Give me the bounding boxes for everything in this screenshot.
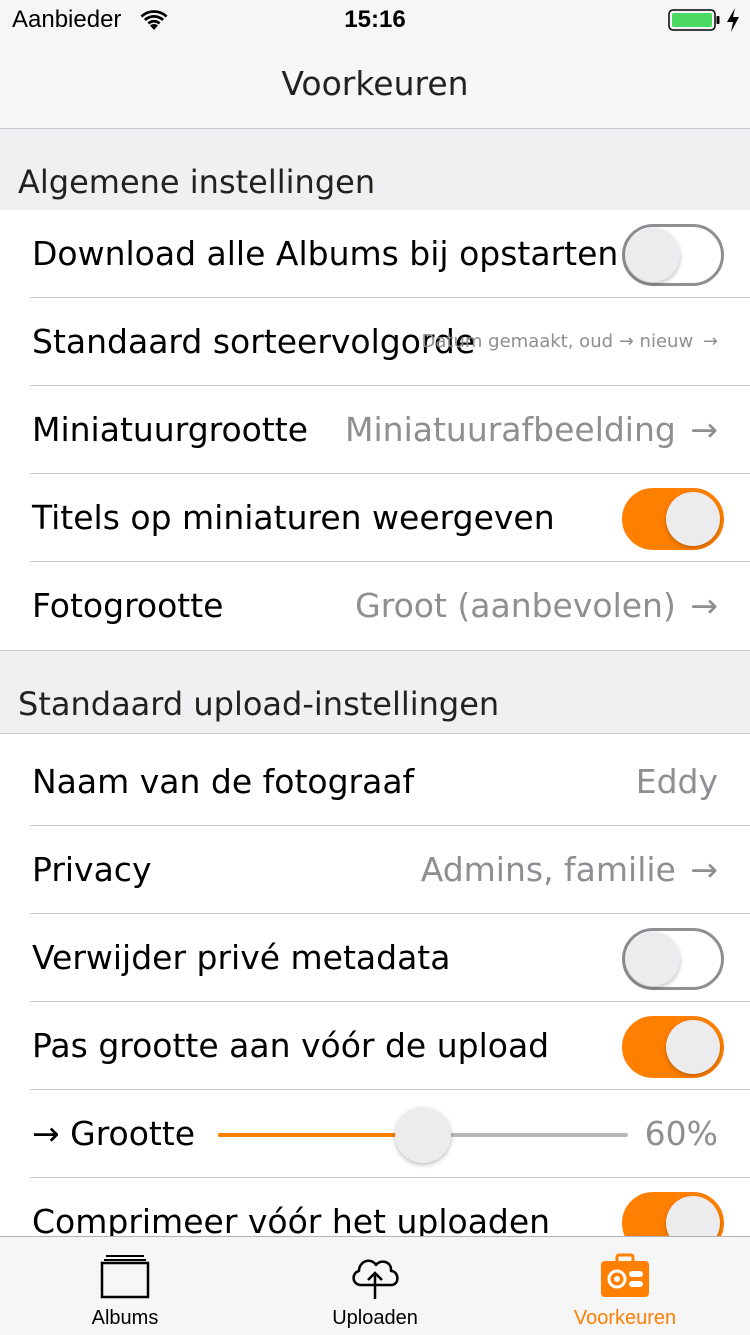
- battery-icon: [668, 9, 720, 31]
- settings-briefcase-icon: [601, 1253, 649, 1297]
- status-bar: Aanbieder 15:16: [0, 0, 750, 40]
- setting-label: Naam van de fotograaf: [32, 762, 415, 801]
- setting-label: Titels op miniaturen weergeven: [32, 498, 555, 537]
- size-slider[interactable]: [218, 1107, 628, 1163]
- charging-icon: [727, 8, 739, 32]
- arrow-right-icon: →: [702, 331, 718, 352]
- tab-label: Albums: [91, 1307, 159, 1329]
- clock: 15:16: [344, 6, 406, 33]
- privacy-value: Admins, familie →: [420, 850, 718, 889]
- arrow-right-icon: →: [690, 850, 718, 889]
- resize-toggle[interactable]: [622, 1016, 724, 1078]
- setting-label: Pas grootte aan vóór de upload: [32, 1026, 550, 1065]
- toggle-knob: [626, 228, 680, 282]
- cloud-upload-icon: [352, 1259, 399, 1299]
- setting-label: Verwijder privé metadata: [32, 938, 451, 977]
- slider-fill: [218, 1133, 423, 1137]
- section-header-general: Algemene instellingen: [0, 128, 750, 212]
- tab-label: Uploaden: [332, 1307, 418, 1329]
- setting-label: Privacy: [32, 850, 152, 889]
- tab-albums[interactable]: Albums: [0, 1237, 250, 1335]
- setting-row-titles-on-thumbnails: Titels op miniaturen weergeven: [0, 474, 750, 562]
- tab-upload[interactable]: Uploaden: [250, 1237, 500, 1335]
- setting-row-strip-metadata: Verwijder privé metadata: [0, 914, 750, 1002]
- download-all-toggle[interactable]: [622, 224, 724, 286]
- setting-row-photo-size[interactable]: Fotogrootte Groot (aanbevolen) →: [0, 562, 750, 650]
- setting-label: → Grootte: [32, 1114, 196, 1153]
- toggle-knob: [626, 932, 680, 986]
- page-title: Voorkeuren: [281, 64, 469, 103]
- setting-row-sort-order[interactable]: Standaard sorteervolgorde Datum gemaakt,…: [0, 298, 750, 386]
- strip-metadata-toggle[interactable]: [622, 928, 724, 990]
- toggle-knob: [666, 492, 720, 546]
- photographer-name-field[interactable]: Eddy: [636, 738, 718, 826]
- arrow-right-icon: →: [690, 410, 718, 449]
- albums-icon: [100, 1255, 150, 1299]
- setting-row-size: → Grootte 60%: [0, 1090, 750, 1178]
- navigation-bar: Voorkeuren: [0, 40, 750, 129]
- titles-on-thumbnails-toggle[interactable]: [622, 488, 724, 550]
- arrow-right-icon: →: [690, 586, 718, 625]
- setting-label: Miniatuurgrootte: [32, 410, 309, 449]
- photo-size-value: Groot (aanbevolen) →: [355, 586, 718, 625]
- tab-label: Voorkeuren: [573, 1307, 677, 1329]
- setting-row-download-all: Download alle Albums bij opstarten: [0, 210, 750, 298]
- setting-label: Fotogrootte: [32, 586, 224, 625]
- slider-thumb[interactable]: [395, 1107, 451, 1163]
- setting-row-privacy[interactable]: Privacy Admins, familie →: [0, 826, 750, 914]
- setting-label: Standaard sorteervolgorde: [32, 322, 476, 361]
- section-title: Standaard upload-instellingen: [18, 685, 500, 723]
- sort-order-value: Datum gemaakt, oud → nieuw →: [421, 331, 718, 352]
- setting-row-resize: Pas grootte aan vóór de upload: [0, 1002, 750, 1090]
- toggle-knob: [666, 1020, 720, 1074]
- setting-label: Download alle Albums bij opstarten: [32, 234, 619, 273]
- thumbnail-size-value: Miniatuurafbeelding →: [345, 410, 718, 449]
- section-header-upload: Standaard upload-instellingen: [0, 650, 750, 734]
- section-title: Algemene instellingen: [18, 163, 376, 201]
- setting-row-photographer[interactable]: Naam van de fotograaf Eddy: [0, 738, 750, 826]
- tab-preferences[interactable]: Voorkeuren: [500, 1237, 750, 1335]
- setting-row-thumbnail-size[interactable]: Miniatuurgrootte Miniatuurafbeelding →: [0, 386, 750, 474]
- size-percent-value: 60%: [644, 1114, 718, 1153]
- tab-bar: Albums Uploaden Voorkeuren: [0, 1236, 750, 1335]
